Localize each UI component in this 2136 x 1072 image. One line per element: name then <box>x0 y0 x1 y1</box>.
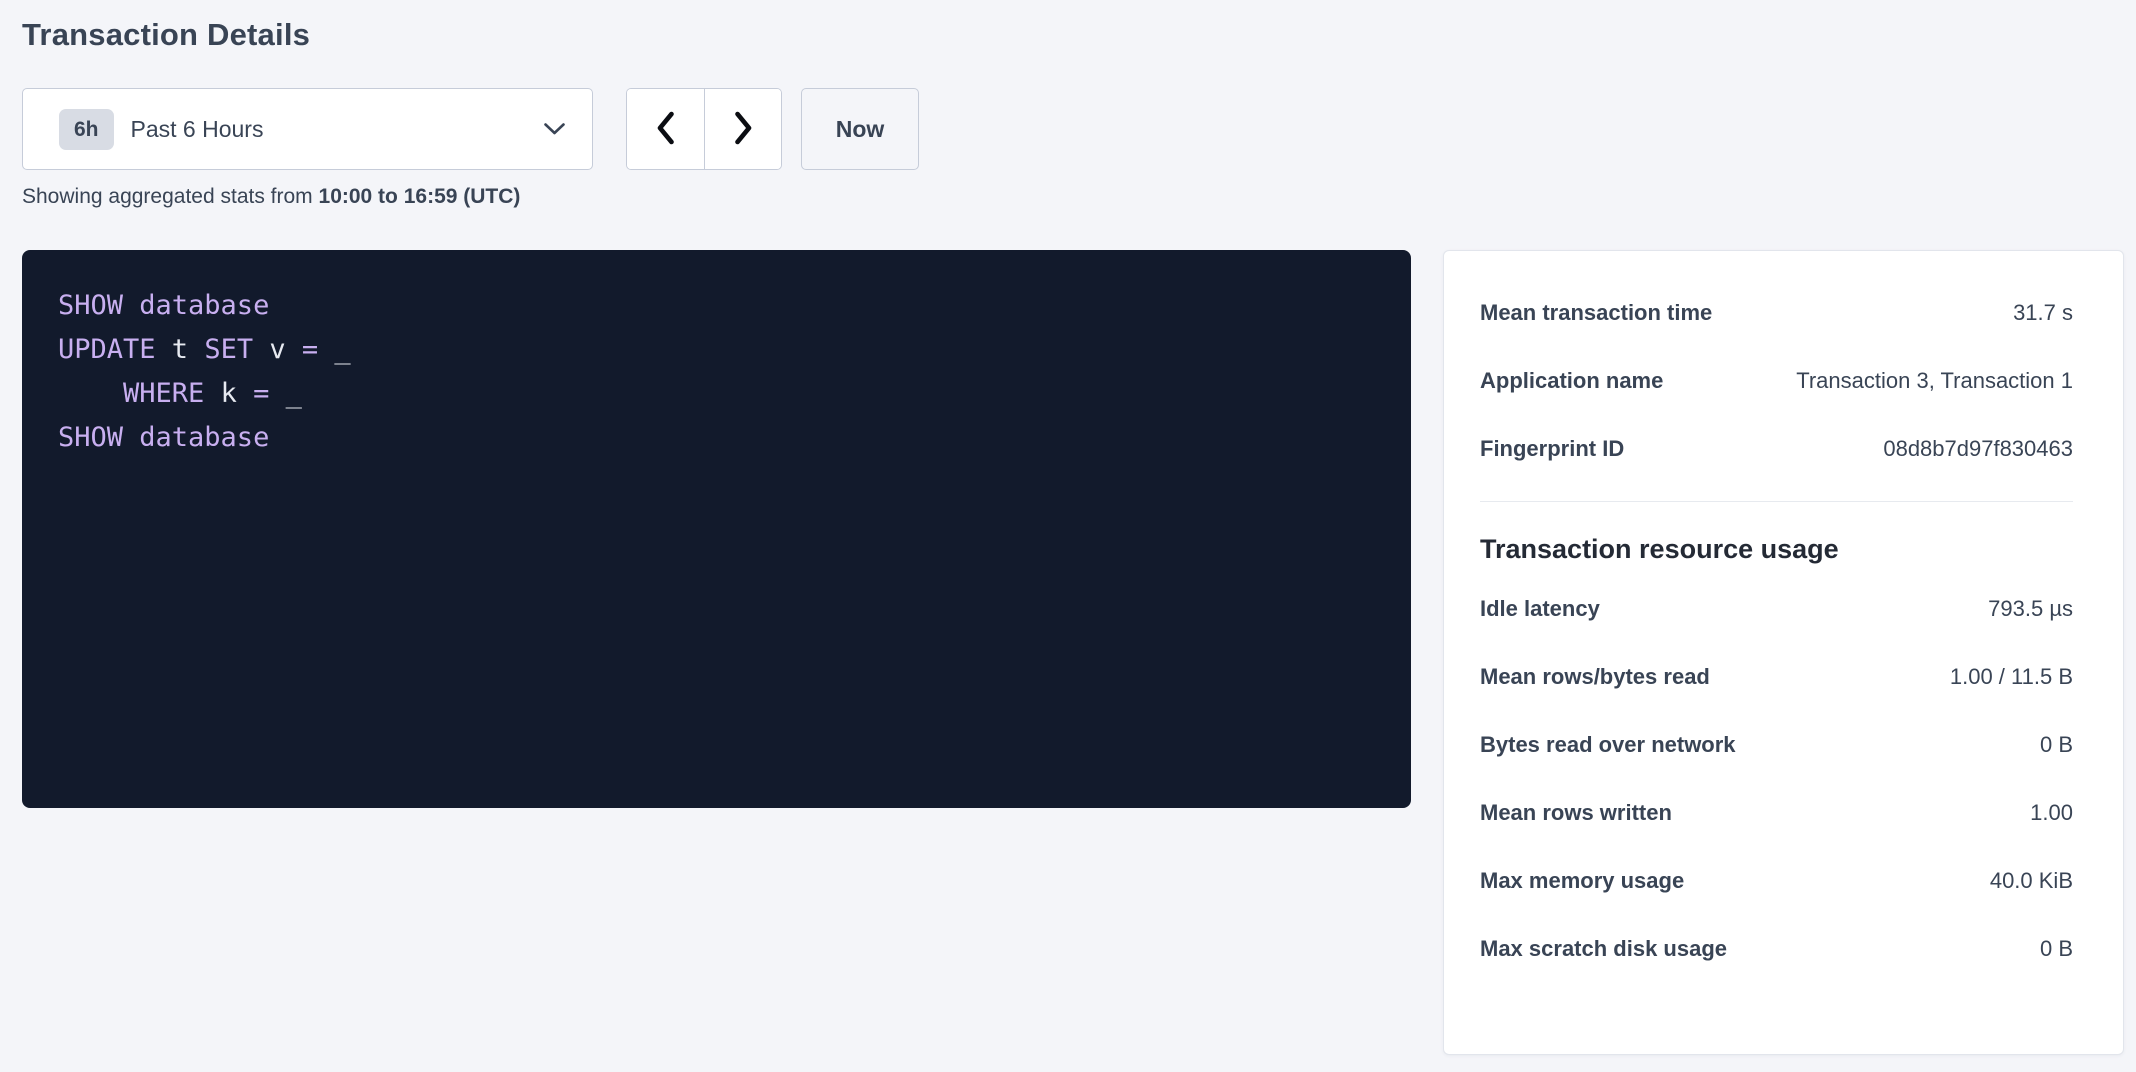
sql-token-keyword: = <box>302 334 318 365</box>
stat-value: 0 B <box>2040 936 2073 962</box>
time-nav-group <box>626 88 782 170</box>
overview-rows: Mean transaction time 31.7 s Application n… <box>1480 279 2073 483</box>
next-range-button[interactable] <box>704 89 781 169</box>
sql-token-keyword: SHOW database <box>58 290 269 321</box>
stat-label: Idle latency <box>1480 596 1620 622</box>
sql-token-keyword: UPDATE <box>58 334 156 365</box>
stat-value: Transaction 3, Transaction 1 <box>1796 368 2073 394</box>
stat-row: Mean transaction time 31.7 s <box>1480 279 2073 347</box>
sql-line: WHERE k = _ <box>58 372 1375 416</box>
sql-token-ident: _ <box>318 334 351 365</box>
transaction-details-page: Transaction Details 6h Past 6 Hours <box>0 0 2136 1055</box>
resource-rows: Idle latency 793.5 µs Mean rows/bytes read… <box>1480 575 2073 983</box>
chevron-left-icon <box>655 110 676 149</box>
stat-value: 793.5 µs <box>1988 596 2073 622</box>
sql-code: SHOW database UPDATE t SET v = _ WHERE k … <box>58 284 1375 460</box>
aggregation-subtitle: Showing aggregated stats from 10:00 to 1… <box>22 184 2124 210</box>
time-toolbar: 6h Past 6 Hours <box>22 88 2124 170</box>
stat-row: Bytes read over network 0 B <box>1480 711 2073 779</box>
chevron-down-icon <box>543 122 566 136</box>
stat-label: Mean transaction time <box>1480 300 1732 326</box>
stat-label: Max scratch disk usage <box>1480 936 1747 962</box>
sql-token-keyword: = <box>253 378 269 409</box>
aggregation-subtitle-prefix: Showing aggregated stats from <box>22 185 319 208</box>
stat-row: Max memory usage 40.0 KiB <box>1480 847 2073 915</box>
sql-token-ident: _ <box>269 378 302 409</box>
aggregation-time-range: 10:00 to 16:59 (UTC) <box>319 185 521 208</box>
prev-range-button[interactable] <box>627 89 704 169</box>
card-divider <box>1480 501 2073 502</box>
sql-token-ident: v <box>253 334 302 365</box>
sql-token-whitespace <box>58 378 123 409</box>
sql-token-ident: t <box>156 334 205 365</box>
transaction-summary-card: Mean transaction time 31.7 s Application n… <box>1443 250 2124 1055</box>
resource-usage-heading: Transaction resource usage <box>1480 534 2073 565</box>
stat-value: 1.00 / 11.5 B <box>1950 664 2073 690</box>
stat-row: Mean rows written 1.00 <box>1480 779 2073 847</box>
time-range-label: Past 6 Hours <box>131 116 264 143</box>
stat-value: 31.7 s <box>2013 300 2073 326</box>
stat-value: 1.00 <box>2030 800 2073 826</box>
sql-line: UPDATE t SET v = _ <box>58 328 1375 372</box>
stat-value: 0 B <box>2040 732 2073 758</box>
now-button[interactable]: Now <box>801 88 919 170</box>
sql-line: SHOW database <box>58 284 1375 328</box>
sql-token-keyword: SHOW database <box>58 422 269 453</box>
sql-token-keyword: SET <box>204 334 253 365</box>
stat-label: Application name <box>1480 368 1683 394</box>
sql-token-ident: k <box>204 378 253 409</box>
stat-label: Mean rows/bytes read <box>1480 664 1730 690</box>
stat-row: Fingerprint ID 08d8b7d97f830463 <box>1480 415 2073 483</box>
stat-label: Fingerprint ID <box>1480 436 1644 462</box>
stat-label: Max memory usage <box>1480 868 1704 894</box>
chevron-right-icon <box>733 110 754 149</box>
sql-line: SHOW database <box>58 416 1375 460</box>
page-title: Transaction Details <box>22 14 2124 56</box>
sql-statement-box: SHOW database UPDATE t SET v = _ WHERE k … <box>22 250 1411 808</box>
stat-row: Max scratch disk usage 0 B <box>1480 915 2073 983</box>
stat-value: 08d8b7d97f830463 <box>1883 436 2073 462</box>
stat-label: Mean rows written <box>1480 800 1692 826</box>
time-range-badge: 6h <box>59 109 114 150</box>
details-content: SHOW database UPDATE t SET v = _ WHERE k … <box>22 250 2124 1055</box>
time-range-picker[interactable]: 6h Past 6 Hours <box>22 88 593 170</box>
stat-row: Mean rows/bytes read 1.00 / 11.5 B <box>1480 643 2073 711</box>
stat-value: 40.0 KiB <box>1990 868 2073 894</box>
stat-label: Bytes read over network <box>1480 732 1756 758</box>
sql-token-keyword: WHERE <box>123 378 204 409</box>
stat-row: Application name Transaction 3, Transacti… <box>1480 347 2073 415</box>
stat-row: Idle latency 793.5 µs <box>1480 575 2073 643</box>
